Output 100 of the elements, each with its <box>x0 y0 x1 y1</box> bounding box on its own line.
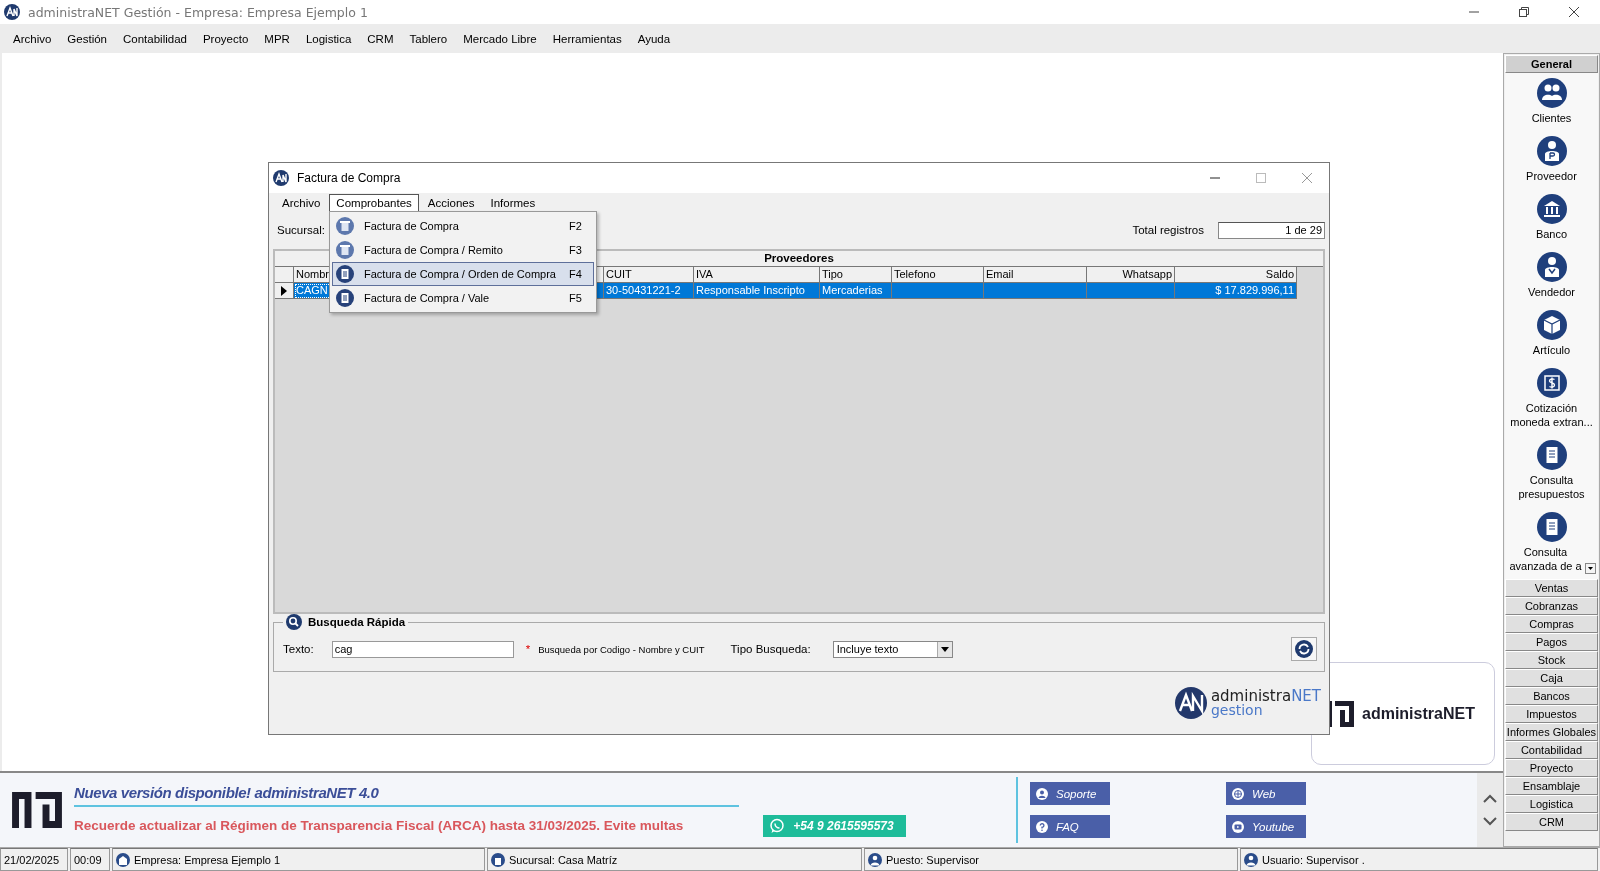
status-field: 00:09 <box>70 848 110 871</box>
link-button[interactable]: FAQ <box>1030 815 1110 838</box>
menu-item[interactable]: Mercado Libre <box>463 32 537 45</box>
search-field[interactable]: cag <box>331 640 514 658</box>
table-cell: 30-50431221-2 <box>604 283 694 299</box>
section-button[interactable]: General <box>1505 55 1598 73</box>
section-button[interactable]: Contabilidad <box>1505 741 1598 759</box>
shortcut-item[interactable]: Consulta avanzada de a <box>1505 507 1598 579</box>
bank-icon <box>1536 194 1567 224</box>
section-button[interactable]: Caja <box>1505 669 1598 687</box>
menu-item[interactable]: Archivo <box>275 194 328 212</box>
scroll-up-icon[interactable] <box>1483 794 1497 803</box>
document-icon <box>1536 440 1567 470</box>
document-icon <box>1536 512 1567 542</box>
shortcut-item[interactable]: Artículo <box>1505 305 1598 363</box>
search-icon <box>286 614 302 630</box>
menu-item[interactable]: CRM <box>367 32 394 45</box>
group-title: Busqueda Rápida <box>308 616 406 628</box>
menu-item[interactable]: Acciones <box>420 194 482 212</box>
menu-item[interactable]: Proyecto <box>202 32 249 45</box>
branch-label: Sucursal: <box>277 224 325 236</box>
status-field: 21/02/2025 <box>0 848 68 871</box>
menu-item[interactable]: Logistica <box>305 32 352 45</box>
shortcut-item[interactable]: Banco <box>1505 189 1598 247</box>
refresh-button[interactable] <box>1291 637 1317 661</box>
section-button[interactable]: Logistica <box>1505 795 1598 813</box>
section-button[interactable]: Pagos <box>1505 633 1598 651</box>
menu-item[interactable]: Gestión <box>67 32 107 45</box>
column-header[interactable]: Saldo <box>1175 267 1297 283</box>
menu-item[interactable]: Ayuda <box>637 32 671 45</box>
shortcut-item[interactable]: Proveedor <box>1505 131 1598 189</box>
status-field: Puesto: Supervisor <box>864 848 1238 871</box>
restore-icon[interactable] <box>1518 6 1530 18</box>
status-field: Empresa: Empresa Ejemplo 1 <box>112 848 485 871</box>
shortcut-item[interactable]: Consulta presupuestos <box>1505 435 1598 507</box>
help-icon <box>1036 820 1048 833</box>
row-selector[interactable] <box>275 283 294 299</box>
logo-emblem-icon <box>1174 687 1207 719</box>
menu-item[interactable]: Factura de Compra / Orden de Compra F4 <box>332 262 594 286</box>
close-icon[interactable] <box>1568 6 1580 18</box>
text-label: Texto: <box>283 643 314 655</box>
app-logo-icon <box>273 170 289 186</box>
logo-subtitle: gestion <box>1210 703 1264 717</box>
menu-item[interactable]: Contabilidad <box>123 32 187 45</box>
section-button[interactable]: CRM <box>1505 813 1598 831</box>
document-icon <box>336 289 354 307</box>
person-icon <box>1536 136 1567 166</box>
section-button[interactable]: Ensamblaje <box>1505 777 1598 795</box>
total-label: Total registros <box>1132 224 1204 236</box>
logo-mark-icon <box>12 792 62 828</box>
column-header[interactable]: CUIT <box>604 267 694 283</box>
play-icon <box>1232 820 1244 833</box>
table-cell: Mercaderias <box>820 283 892 299</box>
link-button[interactable]: Youtube <box>1226 815 1306 838</box>
user-icon <box>1244 852 1258 867</box>
person-icon <box>1536 252 1567 282</box>
logo-name: administraNET <box>1210 689 1321 703</box>
section-button[interactable]: Stock <box>1505 651 1598 669</box>
menu-item[interactable]: MPR <box>264 32 290 45</box>
shortcut-item[interactable]: Cotización moneda extran... <box>1505 363 1598 435</box>
column-header[interactable]: Telefono <box>892 267 984 283</box>
whatsapp-icon <box>769 817 786 834</box>
menu-item[interactable]: Comprobantes <box>329 194 419 212</box>
column-header[interactable]: IVA <box>694 267 820 283</box>
link-button[interactable]: Soporte <box>1030 782 1110 805</box>
menu-item[interactable]: Factura de Compra F2 <box>332 214 594 238</box>
section-button[interactable]: Bancos <box>1505 687 1598 705</box>
invoice-icon <box>336 241 354 259</box>
column-header[interactable]: Whatsapp <box>1087 267 1175 283</box>
search-type-dropdown[interactable]: Incluye texto <box>832 640 953 658</box>
shortcut-item[interactable]: Vendedor <box>1505 247 1598 305</box>
section-button[interactable]: Cobranzas <box>1505 597 1598 615</box>
notice-text: Recuerde actualizar al Régimen de Transparencia Fiscal (ARCA) hasta 31/03/2025. Evite multas <box>74 818 684 833</box>
document-icon <box>336 265 354 283</box>
menu-item[interactable]: Herramientas <box>552 32 622 45</box>
section-button[interactable]: Compras <box>1505 615 1598 633</box>
section-button[interactable]: Proyecto <box>1505 759 1598 777</box>
shortcut-item[interactable]: Clientes <box>1505 73 1598 131</box>
menu-item[interactable]: Tablero <box>409 32 448 45</box>
section-button[interactable]: Impuestos <box>1505 705 1598 723</box>
row-pointer-icon <box>280 285 288 296</box>
status-field: Usuario: Supervisor . <box>1240 848 1598 871</box>
app-logo-icon <box>4 4 20 20</box>
box-icon <box>1536 310 1567 340</box>
scroll-down-icon[interactable] <box>1585 563 1596 574</box>
scroll-down-icon[interactable] <box>1483 817 1497 826</box>
section-button[interactable]: Informes Globales <box>1505 723 1598 741</box>
menu-item[interactable]: Archivo <box>13 32 52 45</box>
column-header[interactable]: Email <box>984 267 1087 283</box>
search-type-label: Tipo Busqueda: <box>730 643 811 655</box>
link-button[interactable]: Web <box>1226 782 1306 805</box>
column-header[interactable]: Tipo <box>820 267 892 283</box>
dialog-title: Factura de Compra <box>297 171 401 185</box>
search-hint: Busqueda por Codigo - Nombre y CUIT <box>538 643 705 655</box>
store-icon <box>491 852 505 867</box>
menu-item[interactable]: Informes <box>483 194 543 212</box>
section-button[interactable]: Ventas <box>1505 579 1598 597</box>
caret-icon <box>940 646 949 652</box>
total-field: 1 de 29 <box>1218 221 1325 239</box>
user-icon <box>868 852 882 867</box>
